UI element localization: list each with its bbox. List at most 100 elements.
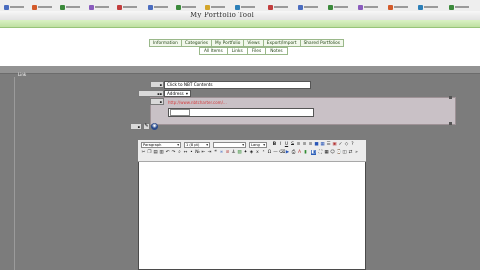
bookmark-item[interactable] (205, 3, 225, 11)
insert-image-icon[interactable]: ▨ (237, 150, 242, 155)
source-icon[interactable]: ◈ (249, 150, 254, 155)
replace-icon[interactable]: ↔ (183, 150, 188, 155)
layer-icon[interactable]: ◫ (342, 150, 347, 155)
resize-handle-top[interactable] (449, 96, 452, 99)
lang-select-value: Lang (251, 143, 260, 147)
bullet-list-icon[interactable]: • (189, 150, 194, 155)
align-center-icon[interactable]: ≡ (302, 142, 307, 147)
type-select[interactable]: Address ▾ (164, 90, 191, 97)
link-icon[interactable]: ∞ (219, 150, 224, 155)
strikethrough-icon[interactable]: S (290, 142, 295, 147)
underline-icon[interactable]: U (284, 142, 289, 147)
bookmark-item[interactable] (358, 3, 378, 11)
subnav-links[interactable]: Links (228, 48, 248, 54)
resize-handle-bottom[interactable] (449, 122, 452, 125)
bookmark-item[interactable] (268, 3, 288, 11)
chevron-down-icon: ▾ (185, 91, 188, 96)
bookmark-item[interactable] (117, 3, 137, 11)
subnav-files[interactable]: Files (248, 48, 267, 54)
subscript-icon[interactable]: x (255, 150, 260, 155)
undo-icon[interactable]: ↶ (165, 150, 170, 155)
italic-icon[interactable]: I (278, 142, 283, 147)
url-field-label: ▪ (150, 98, 164, 105)
cut-icon[interactable]: ✂ (141, 150, 146, 155)
more-icon[interactable]: » (354, 150, 359, 155)
bookmark-icon (60, 4, 65, 10)
table-icon[interactable]: ▦ (320, 142, 325, 147)
bookmark-icon (32, 4, 37, 10)
highlight-icon[interactable]: ▮ (303, 150, 308, 155)
remove-format-icon[interactable]: ⌫ (279, 150, 285, 155)
paste-icon[interactable]: ▤ (153, 150, 158, 155)
bookmark-item[interactable] (418, 3, 438, 11)
template-icon[interactable]: ▦ (324, 150, 329, 155)
nav-views[interactable]: Views (244, 40, 264, 46)
modal-header-strip (0, 66, 480, 74)
fullscreen-icon[interactable]: ⛶ (318, 150, 323, 155)
bookmark-item[interactable] (298, 3, 318, 11)
redo-icon[interactable]: ↷ (171, 150, 176, 155)
bookmark-item[interactable] (449, 3, 469, 11)
bookmark-icon (418, 4, 423, 10)
bookmark-item[interactable] (235, 3, 255, 11)
hr-icon[interactable]: — (273, 150, 278, 155)
image-icon[interactable]: ▣ (332, 142, 337, 147)
bookmark-icon (298, 4, 303, 10)
style-select[interactable]: Paragraph ▾ (141, 142, 181, 148)
print-icon[interactable]: ⎙ (291, 150, 296, 155)
globe-icon[interactable]: ◉ (151, 123, 158, 130)
bookmark-item[interactable] (388, 3, 408, 11)
nav-categories[interactable]: Categories (182, 40, 213, 46)
bookmark-icon (235, 4, 240, 10)
nav-export-import[interactable]: Export/Import (264, 40, 301, 46)
help-icon[interactable]: ? (350, 142, 355, 147)
preview-icon[interactable]: ◧ (311, 150, 316, 155)
bold-icon[interactable]: B (272, 142, 277, 147)
cleanup-icon[interactable]: ✦ (243, 150, 248, 155)
emoticon-icon[interactable]: ☺ (330, 150, 335, 155)
charmap-icon[interactable]: Ω (267, 150, 272, 155)
anchor-icon[interactable]: ⚓ (231, 150, 236, 155)
align-right-icon[interactable]: ≡ (308, 142, 313, 147)
paste-text-icon[interactable]: ▥ (159, 150, 164, 155)
bookmark-icon (358, 4, 363, 10)
align-left-icon[interactable]: ≡ (296, 142, 301, 147)
font-select[interactable]: ▾ (213, 142, 246, 148)
superscript-icon[interactable]: ˣ (261, 150, 266, 155)
numbered-list-icon[interactable]: № (195, 150, 200, 155)
title-input[interactable]: Click to NBT Contents (164, 81, 311, 89)
header-green-bar (0, 20, 480, 28)
list-icon[interactable]: ☰ (326, 142, 331, 147)
justify-icon[interactable]: ■ (314, 142, 319, 147)
lang-select[interactable]: Lang ▾ (249, 142, 267, 148)
nav-my-portfolio[interactable]: My Portfolio (212, 40, 245, 46)
bookmark-item[interactable] (4, 3, 24, 11)
code-icon[interactable]: ◇ (344, 142, 349, 147)
bookmark-item[interactable] (148, 3, 168, 11)
bookmark-item[interactable] (60, 3, 80, 11)
spellcheck-icon[interactable]: ✓ (338, 142, 343, 147)
date-icon[interactable]: ⌚ (336, 150, 342, 155)
font-color-icon[interactable]: A (297, 150, 302, 155)
url-text[interactable]: http://www.nbtcharter.com/... (168, 100, 228, 105)
bookmark-item[interactable] (89, 3, 109, 11)
quote-icon[interactable]: ❝ (213, 150, 218, 155)
copy-icon[interactable]: ❐ (147, 150, 152, 155)
bookmark-item[interactable] (32, 3, 52, 11)
bookmark-item[interactable] (176, 3, 196, 11)
nav-information[interactable]: Information (150, 40, 182, 46)
format-select[interactable]: 1 (8 pt) ▾ (184, 142, 210, 148)
indent-icon[interactable]: ⇥ (207, 150, 212, 155)
subnav-notes[interactable]: Notes (266, 48, 286, 54)
find-icon[interactable]: ⌕ (177, 150, 182, 155)
subnav-all-items[interactable]: All Items (200, 48, 228, 54)
bookmark-icon (388, 4, 393, 10)
nav-shared-portfolios[interactable]: Shared Portfolios (301, 40, 343, 46)
direction-icon[interactable]: ⇄ (348, 150, 353, 155)
bookmark-item[interactable] (328, 3, 348, 11)
bookmark-icon (89, 4, 94, 10)
media-icon[interactable]: ▶ (285, 150, 290, 155)
outdent-icon[interactable]: ⇤ (201, 150, 206, 155)
unlink-icon[interactable]: ⊘ (225, 150, 230, 155)
edit-icon[interactable]: ✎ (143, 123, 150, 130)
